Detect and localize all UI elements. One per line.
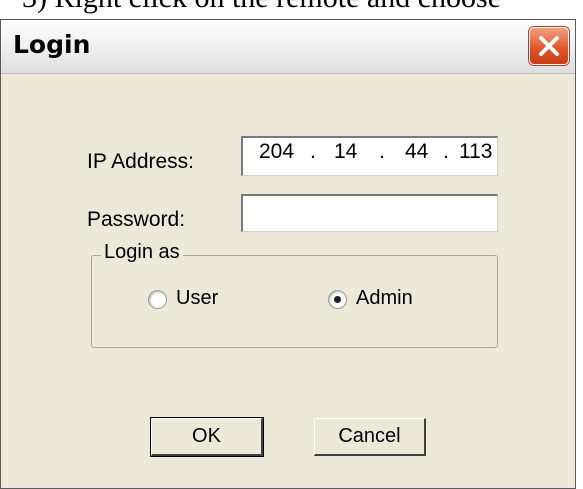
- ip-separator: .: [443, 140, 449, 163]
- dialog-title: Login: [13, 30, 91, 59]
- ip-octet-2: 14: [334, 140, 358, 163]
- radio-admin-circle[interactable]: [328, 290, 347, 309]
- title-bar[interactable]: Login: [1, 20, 575, 74]
- ip-octet-3: 44: [405, 140, 429, 163]
- ip-address-field[interactable]: 204 . 14 . 44 . 113: [241, 136, 498, 176]
- close-button[interactable]: [529, 27, 569, 65]
- login-as-legend: Login as: [101, 241, 183, 264]
- password-label: Password:: [87, 208, 186, 231]
- ip-octet-1: 204: [259, 140, 295, 163]
- close-x-icon: [539, 36, 559, 56]
- cancel-button[interactable]: Cancel: [314, 418, 426, 456]
- radio-admin-label[interactable]: Admin: [356, 287, 413, 310]
- ok-button[interactable]: OK: [151, 418, 263, 456]
- login-dialog: Login IP Address: 204 . 14 . 44 . 113 Pa…: [0, 19, 576, 489]
- password-field[interactable]: [241, 194, 498, 232]
- ip-octet-4: 113: [459, 140, 493, 163]
- background-document-text: 3) Right click on the remote and choose: [22, 0, 582, 18]
- ip-separator: .: [379, 140, 385, 163]
- radio-user-label[interactable]: User: [176, 287, 218, 310]
- radio-admin-selected-dot: [334, 296, 341, 303]
- radio-user-circle[interactable]: [148, 290, 167, 309]
- ip-separator: .: [310, 140, 316, 163]
- window-edge: [576, 0, 583, 489]
- ip-address-label: IP Address:: [87, 150, 195, 173]
